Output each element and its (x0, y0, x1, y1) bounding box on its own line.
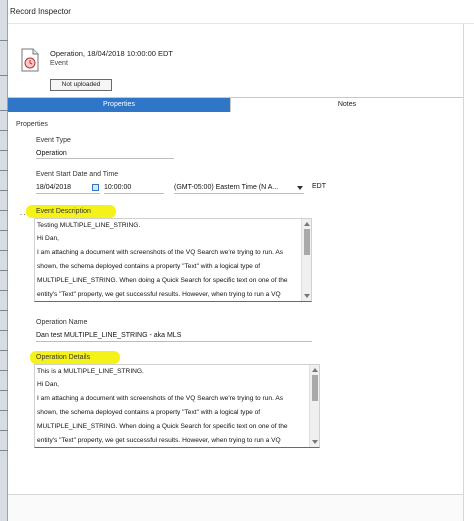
details-line: MULTIPLE_LINE_STRING. When doing a Quick… (37, 423, 288, 430)
event-start-time[interactable]: 10:00:00 (104, 184, 131, 191)
details-line: shown, the schema deployed contains a pr… (37, 409, 261, 416)
event-record-icon (20, 48, 40, 72)
scroll-thumb[interactable] (312, 375, 318, 401)
calendar-icon[interactable] (92, 184, 99, 191)
details-line: Hi Dan, (37, 381, 59, 388)
operation-details-textarea[interactable]: This is a MULTIPLE_LINE_STRING. Hi Dan, … (34, 364, 320, 448)
details-scrollbar[interactable] (309, 365, 319, 447)
timezone-abbrev: EDT (312, 183, 326, 190)
operation-name-label: Operation Name (36, 319, 88, 326)
record-type: Event (50, 60, 68, 67)
description-scrollbar[interactable] (301, 219, 311, 301)
details-line: I am attaching a document with screensho… (37, 395, 284, 402)
background-app-strip (0, 0, 8, 521)
window-footer (8, 494, 463, 521)
scroll-thumb[interactable] (304, 229, 310, 255)
details-line: entity's "Text" property, we get success… (37, 437, 281, 444)
time-underline (104, 193, 164, 194)
properties-section-label: Properties (16, 121, 48, 128)
record-inspector-window: Record Inspector Operation, 18/04/2018 1… (8, 0, 474, 521)
scroll-up-icon[interactable] (304, 222, 310, 226)
window-title: Record Inspector (10, 7, 71, 16)
description-line: entity's "Text" property, we get success… (37, 291, 281, 298)
operation-details-label: Operation Details (36, 354, 91, 361)
description-line: I am attaching a document with screensho… (37, 249, 284, 256)
window-right-edge (463, 24, 474, 521)
date-underline (36, 193, 100, 194)
timezone-dropdown-arrow-icon[interactable] (297, 186, 303, 190)
event-type-underline (36, 158, 174, 159)
record-title: Operation, 18/04/2018 10:00:00 EDT (50, 49, 174, 58)
upload-status-button[interactable]: Not uploaded (50, 79, 112, 91)
event-description-label: Event Description (36, 208, 91, 215)
description-line: Testing MULTIPLE_LINE_STRING. (37, 222, 141, 229)
operation-name-underline (36, 341, 312, 342)
record-header: Operation, 18/04/2018 10:00:00 EDT Event… (8, 24, 474, 96)
tab-properties[interactable]: Properties (8, 98, 230, 112)
details-line: This is a MULTIPLE_LINE_STRING. (37, 368, 144, 375)
event-description-textarea[interactable]: Testing MULTIPLE_LINE_STRING. Hi Dan, I … (34, 218, 312, 302)
event-start-date[interactable]: 18/04/2018 (36, 184, 71, 191)
description-line: shown, the schema deployed contains a pr… (37, 263, 261, 270)
timezone-underline (174, 193, 304, 194)
tab-bar: Properties Notes (8, 97, 463, 112)
description-line: Hi Dan, (37, 235, 59, 242)
operation-name-value[interactable]: Dan test MULTIPLE_LINE_STRING - aka MLS (36, 332, 181, 339)
event-type-label: Event Type (36, 137, 71, 144)
timezone-select[interactable]: (GMT-05:00) Eastern Time (N A... (174, 184, 278, 191)
scroll-up-icon[interactable] (312, 368, 318, 372)
scroll-down-icon[interactable] (304, 294, 310, 298)
event-type-value[interactable]: Operation (36, 150, 67, 157)
scroll-down-icon[interactable] (312, 440, 318, 444)
event-start-label: Event Start Date and Time (36, 171, 119, 178)
description-line: MULTIPLE_LINE_STRING. When doing a Quick… (37, 277, 288, 284)
title-bar[interactable]: Record Inspector (8, 0, 474, 24)
tab-notes[interactable]: Notes (230, 98, 463, 112)
